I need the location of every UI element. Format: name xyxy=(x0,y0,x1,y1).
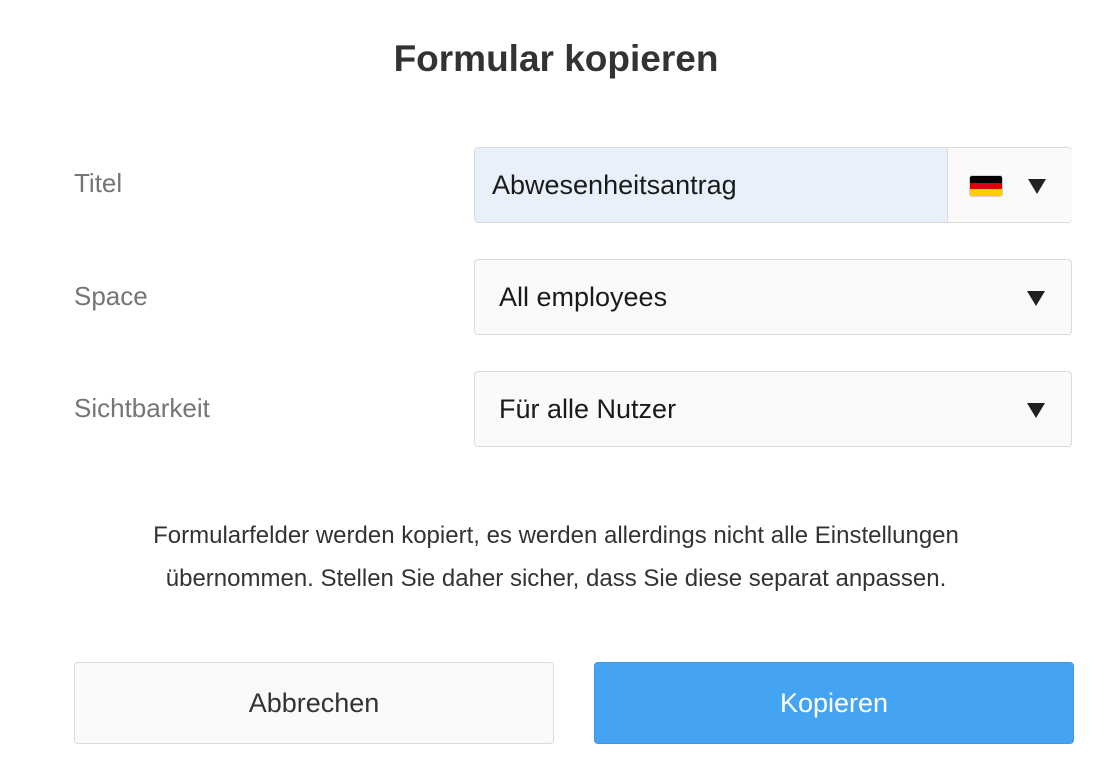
copy-notice: Formularfelder werden kopiert, es werden… xyxy=(0,514,1112,600)
cancel-button[interactable]: Abbrechen xyxy=(74,662,554,744)
chevron-down-icon xyxy=(1027,403,1045,418)
language-select[interactable] xyxy=(947,148,1072,222)
german-flag-icon xyxy=(970,176,1002,196)
space-select-value: All employees xyxy=(499,282,668,312)
title-input[interactable] xyxy=(475,148,947,222)
chevron-down-icon xyxy=(1028,179,1046,194)
space-label: Space xyxy=(74,281,148,311)
visibility-select-value: Für alle Nutzer xyxy=(499,394,677,424)
visibility-select[interactable]: Für alle Nutzer xyxy=(474,371,1072,447)
title-label: Titel xyxy=(74,168,123,198)
copy-notice-line-2: übernommen. Stellen Sie daher sicher, da… xyxy=(165,565,947,592)
copy-button[interactable]: Kopieren xyxy=(594,662,1074,744)
visibility-label: Sichtbarkeit xyxy=(74,393,210,423)
space-select[interactable]: All employees xyxy=(474,259,1072,335)
title-field xyxy=(474,147,1072,223)
copy-form-dialog: Formular kopieren Titel Space All employ… xyxy=(0,0,1112,780)
dialog-title: Formular kopieren xyxy=(393,38,719,79)
copy-notice-line-1: Formularfelder werden kopiert, es werden… xyxy=(153,522,959,549)
chevron-down-icon xyxy=(1027,291,1045,306)
